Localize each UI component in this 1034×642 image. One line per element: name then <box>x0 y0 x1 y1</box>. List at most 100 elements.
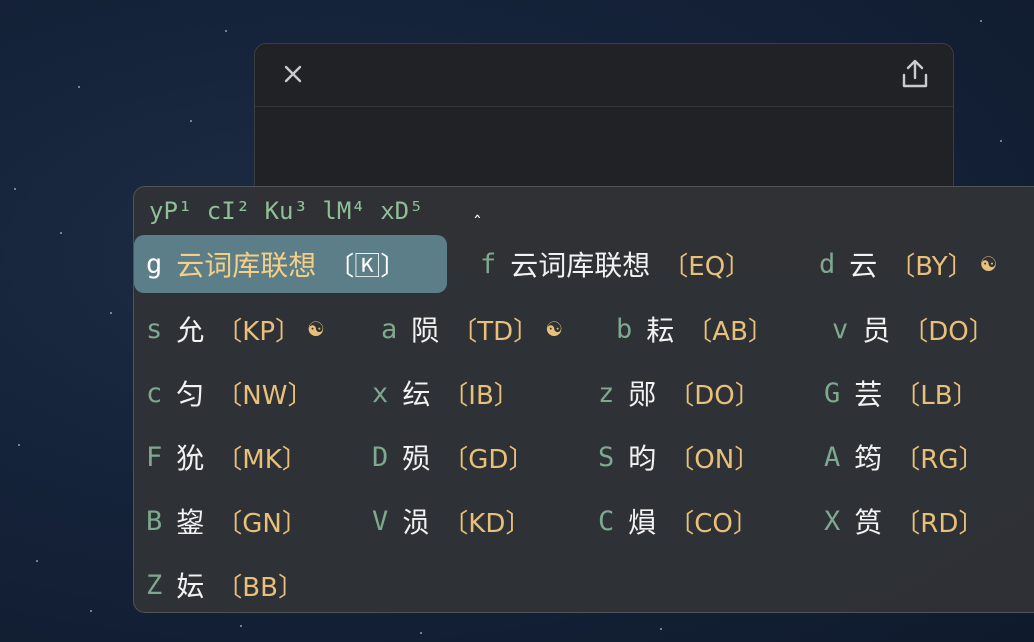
candidate-code: 〔EQ〕 <box>662 251 752 282</box>
star <box>36 560 38 562</box>
candidate-text: 纭 <box>402 378 431 411</box>
candidate-text: 筠 <box>854 442 883 475</box>
candidate-key: B <box>146 505 163 537</box>
star <box>190 120 192 122</box>
candidate-item[interactable]: a 陨 〔TD〕 ☯ <box>369 300 563 358</box>
candidate-item[interactable]: v 员 〔DO〕 <box>820 300 995 358</box>
candidate-code: 〔AB〕 <box>686 316 774 347</box>
candidate-key: Z <box>146 569 163 601</box>
candidate-key: a <box>381 313 398 345</box>
star <box>18 444 20 446</box>
candidate-key: v <box>832 313 849 345</box>
candidate-code: 〔DO〕 <box>902 316 995 347</box>
candidate-key: f <box>480 248 497 280</box>
preedit-caret: ˆ <box>472 213 483 234</box>
candidate-item[interactable]: D 殒 〔GD〕 <box>360 428 534 486</box>
candidate-item[interactable]: x 纭 〔IB〕 <box>360 364 520 422</box>
star <box>14 188 16 190</box>
star <box>225 30 227 32</box>
candidate-item[interactable]: A 筠 〔RG〕 <box>812 428 985 486</box>
candidate-text: 陨 <box>411 314 440 347</box>
candidate-text: 员 <box>862 314 891 347</box>
candidate-key: X <box>824 505 841 537</box>
candidate-key: g <box>146 248 163 280</box>
candidate-text: 允 <box>176 314 205 347</box>
candidate-text: 涢 <box>402 506 431 539</box>
candidate-text: 狁 <box>176 442 205 475</box>
candidate-item[interactable]: s 允 〔KP〕 ☯ <box>134 300 325 358</box>
candidate-code: 〔🄺〕 <box>328 251 407 282</box>
candidate-code: 〔DO〕 <box>668 380 761 411</box>
star <box>660 628 662 630</box>
yin-yang-icon: ☯ <box>307 317 325 341</box>
candidate-text: 郧 <box>628 378 657 411</box>
close-icon[interactable] <box>283 64 303 84</box>
candidate-code: 〔IB〕 <box>442 380 520 411</box>
star <box>78 86 80 88</box>
candidate-item[interactable]: F 狁 〔MK〕 <box>134 428 308 486</box>
candidate-key: C <box>598 505 615 537</box>
candidate-key: b <box>616 313 633 345</box>
candidate-code: 〔GD〕 <box>442 444 535 475</box>
candidate-key: S <box>598 441 615 473</box>
candidate-text: 鋆 <box>176 506 205 539</box>
star <box>420 632 422 634</box>
note-window-header <box>255 44 953 107</box>
candidate-item[interactable]: g 云词库联想 〔🄺〕 <box>134 235 447 293</box>
candidate-code: 〔KD〕 <box>442 508 532 539</box>
candidate-code: 〔TD〕 <box>451 316 540 347</box>
ime-candidate-panel: yP¹ cI² Ku³ lM⁴ xD⁵ ˆ g 云词库联想 〔🄺〕 f 云词库联… <box>133 186 1034 613</box>
candidate-item[interactable]: c 匀 〔NW〕 <box>134 364 313 422</box>
candidate-text: 云词库联想 <box>510 249 651 282</box>
candidate-code: 〔GN〕 <box>216 508 308 539</box>
star <box>240 625 242 627</box>
candidate-code: 〔MK〕 <box>216 444 308 475</box>
candidate-key: G <box>824 377 841 409</box>
candidate-text: 耘 <box>646 314 675 347</box>
candidate-item[interactable]: B 鋆 〔GN〕 <box>134 492 308 550</box>
candidate-text: 云词库联想 <box>176 249 317 282</box>
candidate-code: 〔BY〕 <box>889 251 974 282</box>
candidate-item[interactable]: X 筼 〔RD〕 <box>812 492 984 550</box>
candidate-text: 妘 <box>176 570 205 603</box>
star <box>90 610 92 612</box>
yin-yang-icon: ☯ <box>979 252 998 276</box>
candidate-item[interactable]: S 昀 〔ON〕 <box>586 428 760 486</box>
candidate-code: 〔RG〕 <box>894 444 985 475</box>
candidate-code: 〔BB〕 <box>216 572 304 603</box>
candidate-text: 匀 <box>176 378 205 411</box>
candidate-key: c <box>146 377 163 409</box>
candidate-key: d <box>819 248 836 280</box>
candidate-item[interactable]: G 芸 〔LB〕 <box>812 364 979 422</box>
candidate-item[interactable]: f 云词库联想 〔EQ〕 <box>468 235 751 293</box>
candidate-key: s <box>146 313 163 345</box>
candidate-text: 昀 <box>628 442 657 475</box>
candidate-item[interactable]: d 云 〔BY〕 ☯ <box>807 235 998 293</box>
candidate-code: 〔LB〕 <box>894 380 979 411</box>
candidate-code: 〔NW〕 <box>216 380 314 411</box>
candidate-text: 芸 <box>854 378 883 411</box>
candidate-key: x <box>372 377 389 409</box>
candidate-item[interactable]: C 熉 〔CO〕 <box>586 492 759 550</box>
star <box>980 20 982 22</box>
candidate-item[interactable]: V 涢 〔KD〕 <box>360 492 531 550</box>
star <box>1000 140 1002 142</box>
candidate-code: 〔CO〕 <box>668 508 759 539</box>
candidate-code: 〔RD〕 <box>894 508 985 539</box>
candidate-key: F <box>146 441 163 473</box>
star <box>60 232 62 234</box>
candidate-item[interactable]: b 耘 〔AB〕 <box>604 300 774 358</box>
candidate-key: A <box>824 441 841 473</box>
candidate-item[interactable]: Z 妘 〔BB〕 <box>134 556 304 612</box>
candidate-key: D <box>372 441 389 473</box>
share-icon[interactable] <box>899 58 931 90</box>
candidate-text: 熉 <box>628 506 657 539</box>
candidate-key: z <box>598 377 615 409</box>
candidate-text: 筼 <box>854 506 883 539</box>
candidate-item[interactable]: z 郧 〔DO〕 <box>586 364 761 422</box>
candidate-key: V <box>372 505 389 537</box>
yin-yang-icon: ☯ <box>545 317 564 341</box>
candidate-code: 〔KP〕 <box>216 316 302 347</box>
star <box>110 312 112 314</box>
ime-preedit-text: yP¹ cI² Ku³ lM⁴ xD⁵ <box>149 197 424 225</box>
